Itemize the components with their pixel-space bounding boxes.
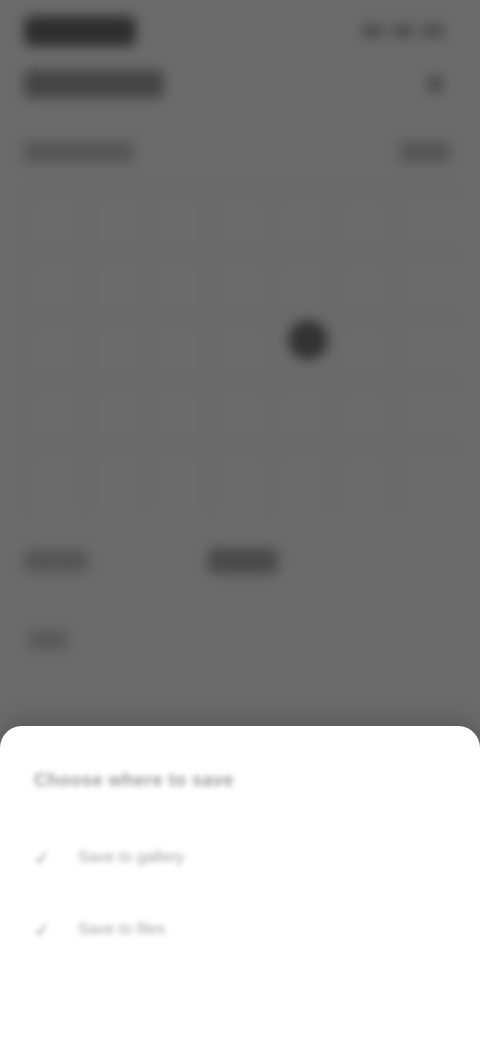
- grid-cell[interactable]: [24, 190, 86, 254]
- grid-cell[interactable]: [209, 382, 271, 446]
- sub-header-label: [24, 142, 134, 162]
- grid-cell[interactable]: [394, 382, 456, 446]
- grid-cell[interactable]: [270, 254, 333, 318]
- grid-cell[interactable]: [332, 254, 395, 318]
- grid-cell[interactable]: [332, 190, 395, 254]
- bottom-row: [24, 548, 456, 574]
- sheet-item-save-gallery[interactable]: ✓ Save to gallery: [30, 836, 450, 880]
- selected-marker: [288, 320, 328, 360]
- battery-icon: [422, 25, 444, 37]
- grid-cell[interactable]: [24, 382, 86, 446]
- grid-cell[interactable]: [85, 190, 148, 254]
- grid-cell[interactable]: [147, 190, 210, 254]
- app-header: [24, 70, 444, 98]
- grid-cell[interactable]: [209, 190, 271, 254]
- row-chip[interactable]: [24, 550, 88, 572]
- grid-cell[interactable]: [147, 318, 210, 382]
- screen: Choose where to save ✓ Save to gallery ✓…: [0, 0, 480, 1040]
- sheet-item-label: Save to gallery: [78, 849, 184, 866]
- grid-cell[interactable]: [332, 382, 395, 446]
- row-chip[interactable]: [208, 548, 278, 574]
- grid-cell[interactable]: [147, 446, 210, 510]
- grid-cell[interactable]: [332, 446, 395, 510]
- grid-cell[interactable]: [394, 446, 456, 510]
- grid-cell[interactable]: [270, 382, 333, 446]
- grid-cell[interactable]: [24, 446, 86, 510]
- grid-cell[interactable]: [85, 382, 148, 446]
- status-left: [24, 16, 136, 46]
- sheet-title: Choose where to save: [34, 770, 235, 790]
- small-chip: [28, 630, 68, 650]
- grid-cell[interactable]: [270, 190, 333, 254]
- grid-cell[interactable]: [85, 446, 148, 510]
- sub-header: [24, 142, 450, 162]
- sheet-item-label: Save to files: [78, 921, 166, 938]
- signal-icon: [362, 25, 384, 37]
- grid-cell[interactable]: [209, 254, 271, 318]
- grid-cell[interactable]: [209, 318, 271, 382]
- menu-icon[interactable]: [426, 75, 444, 93]
- checkmark-icon: ✓: [33, 847, 51, 870]
- grid-cell[interactable]: [147, 382, 210, 446]
- grid-cell[interactable]: [147, 254, 210, 318]
- grid-cell[interactable]: [209, 446, 271, 510]
- grid-cell[interactable]: [24, 318, 86, 382]
- wifi-icon: [392, 25, 414, 37]
- calendar-grid: [24, 190, 456, 510]
- sheet-item-save-files[interactable]: ✓ Save to files: [30, 908, 450, 952]
- status-icons: [362, 25, 444, 37]
- grid-cell[interactable]: [394, 254, 456, 318]
- grid-cell[interactable]: [85, 318, 148, 382]
- status-bar: [24, 14, 444, 48]
- grid-cell[interactable]: [394, 190, 456, 254]
- grid-cell[interactable]: [85, 254, 148, 318]
- checkmark-icon: ✓: [33, 919, 51, 942]
- bottom-sheet: Choose where to save ✓ Save to gallery ✓…: [0, 726, 480, 1040]
- grid-cell[interactable]: [24, 254, 86, 318]
- sub-header-action[interactable]: [400, 142, 450, 162]
- grid-cell[interactable]: [332, 318, 395, 382]
- grid-cell[interactable]: [270, 446, 333, 510]
- page-title: [24, 70, 164, 98]
- grid-cell[interactable]: [394, 318, 456, 382]
- status-pill: [24, 16, 136, 46]
